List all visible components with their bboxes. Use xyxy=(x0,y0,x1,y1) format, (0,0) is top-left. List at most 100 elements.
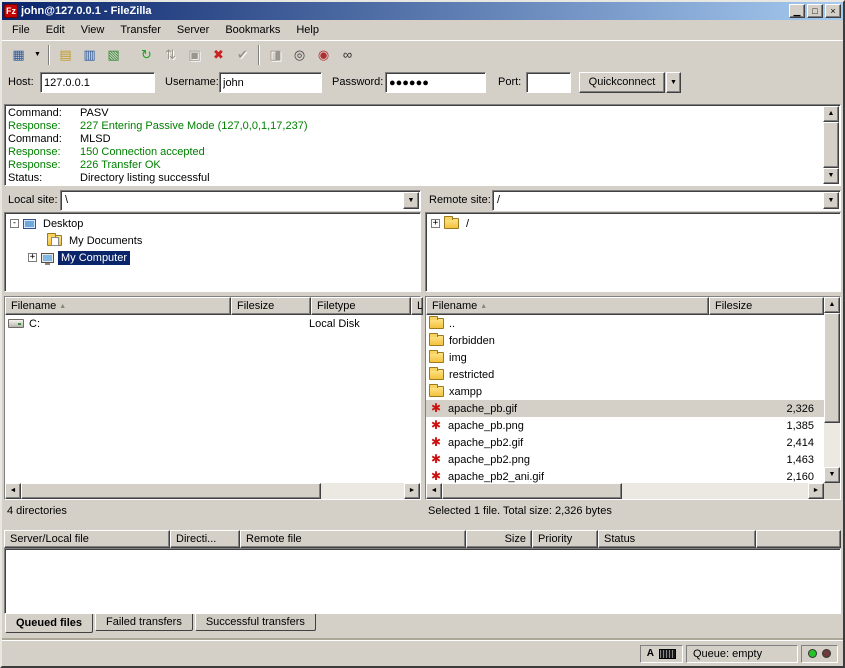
search-icon: ◎ xyxy=(294,47,305,63)
synchronized-browsing-button[interactable]: ∞ xyxy=(336,44,359,66)
remote-file-row[interactable]: img xyxy=(426,349,824,366)
remote-file-row[interactable]: ✱apache_pb2_ani.gif2,160 xyxy=(426,468,824,483)
tab-queued-files[interactable]: Queued files xyxy=(5,614,93,633)
site-manager-button[interactable]: ▦ xyxy=(7,44,30,66)
column-header-filesize[interactable]: Filesize xyxy=(231,297,311,315)
scrollbar-thumb[interactable] xyxy=(824,313,840,423)
expand-icon[interactable]: + xyxy=(28,253,37,262)
remote-file-row[interactable]: ✱apache_pb2.gif2,414 xyxy=(426,434,824,451)
log-scrollbar[interactable]: ▲ ▼ xyxy=(823,106,839,184)
scroll-left-button[interactable]: ◄ xyxy=(5,483,21,499)
scrollbar-thumb[interactable] xyxy=(21,483,321,499)
column-header-server-local-file[interactable]: Server/Local file xyxy=(4,530,170,548)
filter-files-button[interactable]: ◉ xyxy=(312,44,335,66)
host-input[interactable] xyxy=(40,72,155,93)
port-input[interactable] xyxy=(526,72,571,93)
remote-file-row[interactable]: ✱apache_pb2.png1,463 xyxy=(426,451,824,468)
column-header-filetype[interactable]: Filetype xyxy=(311,297,411,315)
remote-file-row[interactable]: xampp xyxy=(426,383,824,400)
scroll-up-button[interactable]: ▲ xyxy=(823,106,839,122)
local-file-row[interactable]: C: Local Disk xyxy=(5,315,420,332)
compare-directories-button[interactable]: ◨ xyxy=(264,44,287,66)
preview-queue-button[interactable]: ▣ xyxy=(183,44,206,66)
scrollbar-thumb[interactable] xyxy=(823,122,839,168)
remote-file-row[interactable]: .. xyxy=(426,315,824,332)
find-files-button[interactable]: ◎ xyxy=(288,44,311,66)
local-list-body: C: Local Disk xyxy=(5,315,420,483)
scroll-down-button[interactable]: ▼ xyxy=(823,168,839,184)
tree-item-label-selected: My Computer xyxy=(58,251,130,265)
column-header-status[interactable]: Status xyxy=(598,530,756,548)
remote-list-body: .. forbidden img restricted xampp ✱apach… xyxy=(426,315,824,483)
sort-ascending-icon: ▲ xyxy=(59,303,66,310)
column-header-direction[interactable]: Directi... xyxy=(170,530,240,548)
queue-header-filler xyxy=(756,530,841,548)
menu-edit[interactable]: Edit xyxy=(38,21,73,39)
minimize-button[interactable]: ▁ xyxy=(789,4,805,18)
expand-icon[interactable]: + xyxy=(431,219,440,228)
queue-status-text: Queue: empty xyxy=(693,648,762,660)
menu-server[interactable]: Server xyxy=(169,21,217,39)
maximize-button[interactable]: □ xyxy=(807,4,823,18)
column-header-filesize[interactable]: Filesize xyxy=(709,297,824,315)
tree-item-root[interactable]: + / xyxy=(426,215,840,232)
menu-help[interactable]: Help xyxy=(288,21,327,39)
toggle-transfer-queue-button[interactable]: ▧ xyxy=(102,44,125,66)
quickconnect-button[interactable]: Quickconnect xyxy=(579,72,665,93)
receive-activity-led xyxy=(808,649,817,658)
process-queue-button[interactable]: ⇅ xyxy=(159,44,182,66)
tree-item-my-documents[interactable]: My Documents xyxy=(5,232,420,249)
column-label: Filesize xyxy=(237,300,274,312)
local-horizontal-scrollbar[interactable]: ◄ ► xyxy=(5,483,420,499)
remote-horizontal-scrollbar[interactable]: ◄ ► xyxy=(426,483,824,499)
folder-icon xyxy=(429,335,444,346)
menu-view[interactable]: View xyxy=(73,21,113,39)
log-text: 150 Connection accepted xyxy=(80,146,205,158)
remote-site-combo[interactable]: / ▼ xyxy=(492,190,841,211)
column-header-last-modified[interactable]: Last modified xyxy=(411,297,423,315)
scrollbar-thumb[interactable] xyxy=(442,483,622,499)
column-header-filename[interactable]: Filename▲ xyxy=(426,297,709,315)
tab-successful-transfers[interactable]: Successful transfers xyxy=(195,614,316,631)
column-header-filename[interactable]: Filename▲ xyxy=(5,297,231,315)
scroll-right-button[interactable]: ► xyxy=(404,483,420,499)
site-manager-dropdown-button[interactable]: ▼ xyxy=(31,44,44,66)
tree-item-desktop[interactable]: - Desktop xyxy=(5,215,420,232)
remote-file-row[interactable]: forbidden xyxy=(426,332,824,349)
remote-file-row-selected[interactable]: ✱apache_pb.gif2,326 xyxy=(426,400,824,417)
sort-ascending-icon: ▲ xyxy=(480,303,487,310)
menu-file[interactable]: File xyxy=(4,21,38,39)
refresh-button[interactable]: ↻ xyxy=(135,44,158,66)
tab-failed-transfers[interactable]: Failed transfers xyxy=(95,614,193,631)
column-header-remote-file[interactable]: Remote file xyxy=(240,530,466,548)
tree-item-label: My Documents xyxy=(66,234,145,248)
toggle-tree-views-button[interactable]: ▥ xyxy=(78,44,101,66)
column-header-priority[interactable]: Priority xyxy=(532,530,598,548)
column-header-size[interactable]: Size xyxy=(466,530,532,548)
username-input[interactable] xyxy=(219,72,322,93)
disconnect-button[interactable]: ✔ xyxy=(231,44,254,66)
disconnect-icon: ✔ xyxy=(237,47,248,63)
scroll-left-button[interactable]: ◄ xyxy=(426,483,442,499)
password-input[interactable] xyxy=(385,72,486,93)
menu-bookmarks[interactable]: Bookmarks xyxy=(217,21,288,39)
toggle-message-log-button[interactable]: ▤ xyxy=(54,44,77,66)
local-site-combo[interactable]: \ ▼ xyxy=(60,190,421,211)
close-button[interactable]: × xyxy=(825,4,841,18)
remote-site-dropdown-button[interactable]: ▼ xyxy=(823,192,839,209)
documents-folder-icon xyxy=(47,235,62,246)
scroll-up-button[interactable]: ▲ xyxy=(824,297,840,313)
remote-file-row[interactable]: restricted xyxy=(426,366,824,383)
remote-vertical-scrollbar[interactable]: ▲ ▼ xyxy=(824,297,840,483)
menu-transfer[interactable]: Transfer xyxy=(112,21,169,39)
quickconnect-dropdown-button[interactable]: ▼ xyxy=(666,72,681,93)
tree-item-my-computer[interactable]: + My Computer xyxy=(5,249,420,266)
abort-button[interactable]: ✖ xyxy=(207,44,230,66)
column-label: Filetype xyxy=(317,300,356,312)
scroll-down-button[interactable]: ▼ xyxy=(824,467,840,483)
scroll-right-button[interactable]: ► xyxy=(808,483,824,499)
toolbar-separator xyxy=(48,45,50,65)
collapse-icon[interactable]: - xyxy=(10,219,19,228)
local-site-dropdown-button[interactable]: ▼ xyxy=(403,192,419,209)
remote-file-row[interactable]: ✱apache_pb.png1,385 xyxy=(426,417,824,434)
